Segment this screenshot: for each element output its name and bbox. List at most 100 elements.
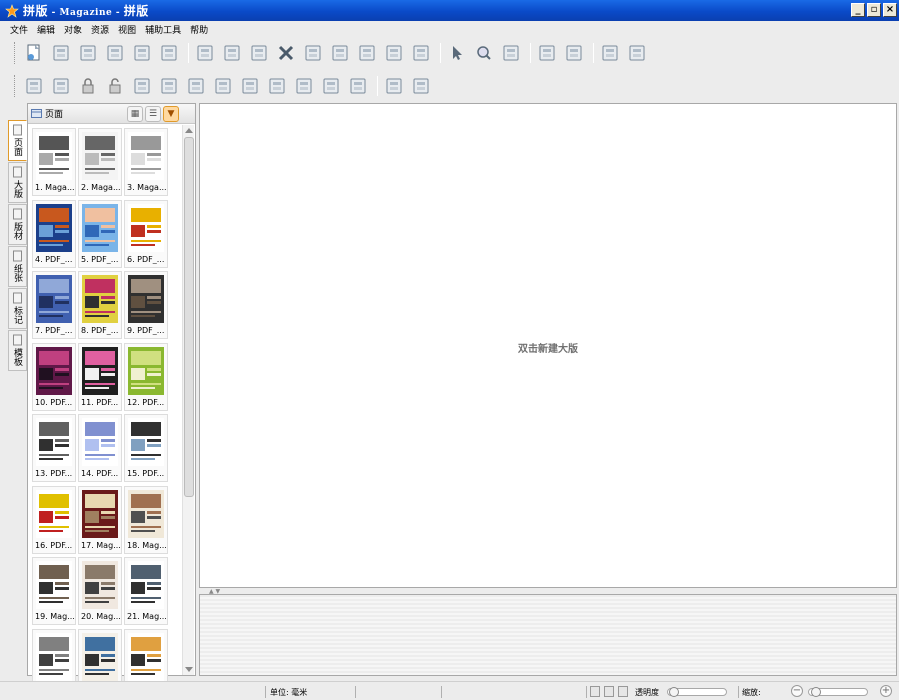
left-page-icon[interactable] — [600, 43, 620, 63]
multi-view-icon[interactable] — [618, 686, 628, 697]
columns-split-icon[interactable] — [348, 76, 368, 96]
page-thumbnail-image — [82, 632, 118, 681]
page-thumbnail-label: 15. PDF... — [127, 469, 165, 478]
zoom-fit-icon[interactable] — [564, 43, 584, 63]
page-add-icon[interactable] — [411, 76, 431, 96]
distribute-h-icon[interactable] — [294, 76, 314, 96]
side-tab-3[interactable]: 纸张 — [8, 246, 27, 287]
side-tab-5[interactable]: 模板 — [8, 330, 27, 371]
lock-icon[interactable] — [78, 76, 98, 96]
menu-edit[interactable]: 编辑 — [37, 23, 55, 36]
page-thumbnail[interactable]: 15. PDF... — [124, 414, 168, 482]
pages-scrollbar[interactable] — [182, 125, 194, 675]
page-thumbnail[interactable]: 20. Mag... — [78, 557, 122, 625]
double-view-icon[interactable] — [604, 686, 614, 697]
undo-icon[interactable] — [195, 43, 215, 63]
page-thumbnail[interactable]: 17. Mag... — [78, 485, 122, 554]
page-thumbnail[interactable]: 11. PDF... — [78, 342, 122, 411]
new-doc-icon[interactable] — [24, 43, 44, 63]
scroll-down-icon[interactable] — [185, 667, 193, 672]
fit-icon[interactable] — [537, 43, 557, 63]
ungroup-icon[interactable] — [51, 76, 71, 96]
restore-button[interactable]: ▫ — [867, 3, 881, 17]
layout-canvas[interactable]: 双击新建大版 — [199, 103, 897, 588]
side-tab-4[interactable]: 标记 — [8, 288, 27, 329]
pages-panel-title: 页面 — [45, 110, 64, 120]
page-thumbnail[interactable]: 14. PDF... — [78, 414, 122, 482]
unlock-icon[interactable] — [105, 76, 125, 96]
crop-icon[interactable] — [249, 43, 269, 63]
export-icon[interactable] — [132, 43, 152, 63]
page-thumbnail[interactable]: 10. PDF... — [32, 342, 76, 411]
cut-icon[interactable] — [303, 43, 323, 63]
distribute-v-icon[interactable] — [321, 76, 341, 96]
scrollbar-thumb[interactable] — [184, 137, 194, 497]
minimize-button[interactable]: _ — [851, 3, 865, 17]
zoom-in-button[interactable]: + — [880, 685, 892, 697]
page-thumbnail[interactable]: 6. PDF_... — [124, 199, 168, 268]
grid-icon[interactable] — [384, 43, 404, 63]
menu-tools[interactable]: 辅助工具 — [145, 23, 181, 36]
thumbnail-row: 1. Maga... 2. Maga... 3. Maga... — [32, 128, 182, 200]
page-thumbnail[interactable]: 13. PDF... — [32, 414, 76, 482]
align-center-icon[interactable] — [240, 76, 260, 96]
save-as-icon[interactable] — [78, 43, 98, 63]
panel-menu-button[interactable]: ▼ — [163, 105, 179, 122]
page-thumbnail-label: 21. Mag... — [127, 612, 167, 621]
page-thumbnail[interactable]: 18. Mag... — [124, 485, 168, 554]
right-page-icon[interactable] — [627, 43, 647, 63]
menu-help[interactable]: 帮助 — [190, 23, 208, 36]
toolbar-separator — [530, 43, 531, 63]
rotate-icon[interactable] — [501, 43, 521, 63]
side-tab-0[interactable]: 页面 — [8, 120, 27, 161]
zoom-icon[interactable] — [474, 43, 494, 63]
swap-icon[interactable] — [330, 43, 350, 63]
page-thumbnail[interactable]: 3. Maga... — [124, 128, 168, 196]
grid-view-button[interactable]: ▦ — [127, 105, 143, 122]
page-thumbnail[interactable]: 21. Mag... — [124, 557, 168, 625]
save-icon[interactable] — [51, 43, 71, 63]
toolbar-grip[interactable] — [14, 75, 16, 97]
page-thumbnail[interactable]: 16. PDF... — [32, 485, 76, 554]
align-right-icon[interactable] — [267, 76, 287, 96]
page-thumbnail[interactable]: 1. Maga... — [32, 128, 76, 196]
zoom-out-button[interactable]: − — [791, 685, 803, 697]
toolbar-separator — [377, 76, 378, 96]
side-tab-2[interactable]: 版材 — [8, 204, 27, 245]
page-thumbnail[interactable]: 7. PDF_... — [32, 271, 76, 339]
list-view-button[interactable]: ☰ — [145, 105, 161, 122]
redo-icon[interactable] — [222, 43, 242, 63]
page-thumbnail[interactable]: 8. PDF_... — [78, 271, 122, 339]
delete-icon[interactable] — [276, 43, 296, 63]
group-icon[interactable] — [24, 76, 44, 96]
page-thumbnail[interactable]: 9. PDF_... — [124, 271, 168, 339]
page-icon[interactable] — [411, 43, 431, 63]
page-thumbnail[interactable]: 19. Mag... — [32, 557, 76, 625]
close-button[interactable]: × — [883, 3, 897, 17]
align-top-icon[interactable] — [132, 76, 152, 96]
menu-file[interactable]: 文件 — [10, 23, 28, 36]
print-icon[interactable] — [105, 43, 125, 63]
align-bottom-icon[interactable] — [186, 76, 206, 96]
toolbar-grip[interactable] — [14, 42, 16, 64]
page-thumbnail[interactable]: 4. PDF_... — [32, 199, 76, 268]
page-thumbnail[interactable]: 2. Maga... — [78, 128, 122, 196]
menu-resource[interactable]: 资源 — [91, 23, 109, 36]
page-thumbnail[interactable]: 12. PDF... — [124, 342, 168, 411]
menu-view[interactable]: 视图 — [118, 23, 136, 36]
scroll-up-icon[interactable] — [185, 128, 193, 133]
columns-icon[interactable] — [357, 43, 377, 63]
zoom-slider[interactable] — [808, 687, 868, 697]
opacity-slider-knob[interactable] — [669, 687, 679, 697]
opacity-slider[interactable] — [667, 687, 727, 697]
zoom-slider-knob[interactable] — [811, 687, 821, 697]
align-left-icon[interactable] — [213, 76, 233, 96]
single-view-icon[interactable] — [590, 686, 600, 697]
pointer-icon[interactable] — [447, 43, 467, 63]
align-middle-icon[interactable] — [159, 76, 179, 96]
page-thumbnail[interactable]: 5. PDF_... — [78, 199, 122, 268]
pages-icon[interactable] — [384, 76, 404, 96]
import-icon[interactable] — [159, 43, 179, 63]
side-tab-1[interactable]: 大版 — [8, 162, 27, 203]
menu-object[interactable]: 对象 — [64, 23, 82, 36]
